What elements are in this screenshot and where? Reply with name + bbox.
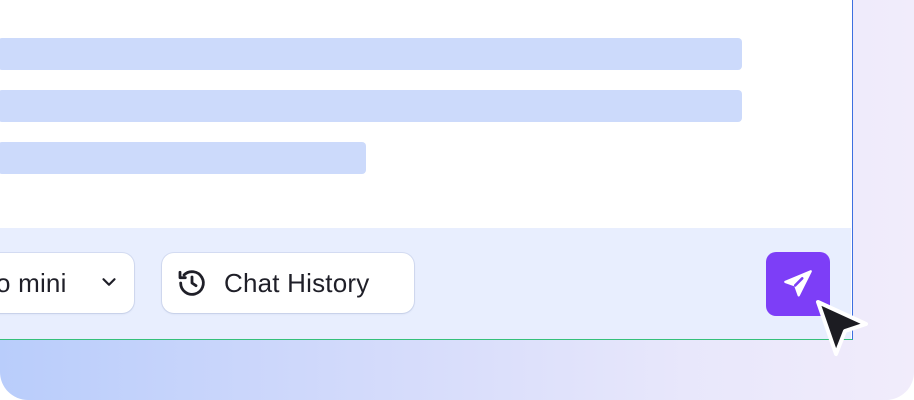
chat-history-label: Chat History: [224, 267, 370, 298]
send-icon: [784, 270, 812, 297]
chat-input-panel: o mini Chat History: [0, 0, 853, 340]
model-selector-dropdown[interactable]: o mini: [0, 253, 134, 313]
text-placeholder-line: [0, 142, 366, 174]
chat-history-button[interactable]: Chat History: [162, 253, 414, 313]
model-selector-label: o mini: [0, 267, 67, 298]
text-placeholder-line: [0, 38, 742, 70]
history-icon: [178, 270, 205, 296]
chevron-down-icon: [102, 278, 116, 286]
mouse-pointer-icon: [816, 300, 868, 356]
input-toolbar: o mini Chat History: [0, 228, 851, 339]
text-placeholder-line: [0, 90, 742, 122]
